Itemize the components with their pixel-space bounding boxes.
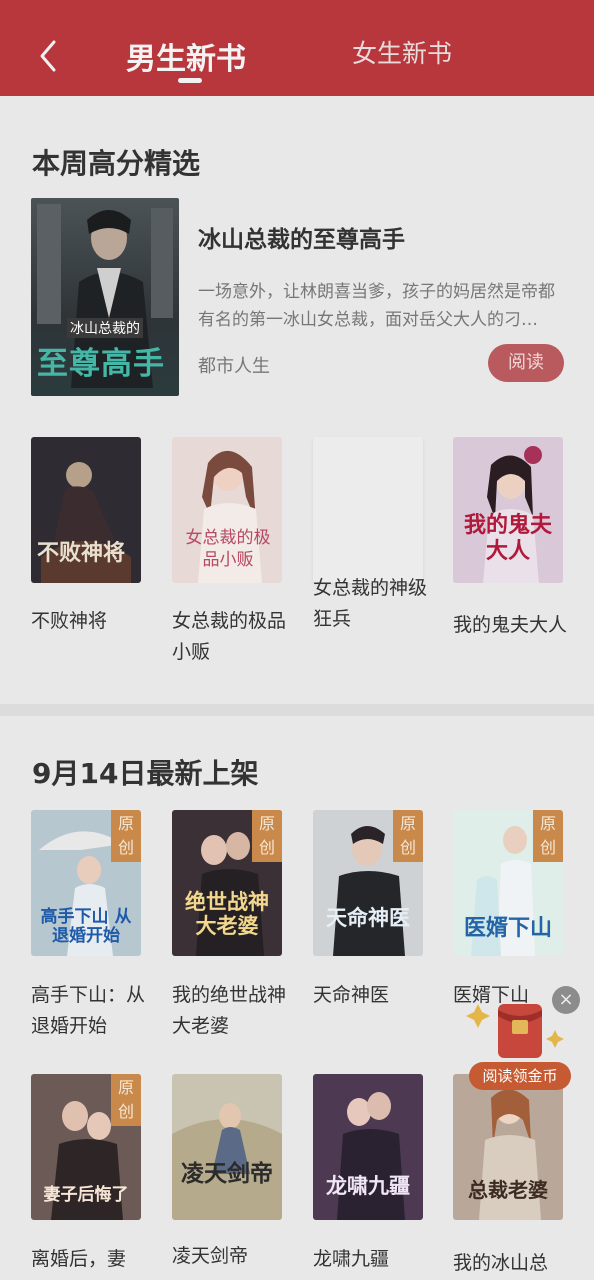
book-cover[interactable]: 龙啸九疆 — [313, 1074, 423, 1220]
book-cover[interactable]: 不败神将 — [31, 437, 141, 583]
book-cover[interactable]: 凌天剑帝 — [172, 1074, 282, 1220]
section-title-latest: 9月14日最新上架 — [32, 757, 259, 790]
book-cover[interactable]: 原创 医婿下山 — [453, 810, 563, 956]
featured-book-description: 一场意外，让林朗喜当爹，孩子的妈居然是帝都有名的第一冰山女总裁，面对岳父大人的刁… — [198, 282, 555, 330]
back-button[interactable] — [34, 36, 64, 76]
section-title-weekly: 本周高分精选 — [32, 147, 201, 180]
featured-cover-subtitle: 冰山总裁的 — [67, 318, 143, 338]
original-badge: 原创 — [111, 810, 141, 862]
book-cover[interactable]: 原创 绝世战神 大老婆 — [172, 810, 282, 956]
book-title[interactable]: 天命神医 — [313, 980, 431, 1011]
book-title[interactable]: 我的鬼夫大人 — [453, 610, 571, 641]
close-icon[interactable]: × — [552, 986, 580, 1014]
top-bar: 男生新书 女生新书 — [0, 0, 594, 96]
book-cover[interactable]: 女总裁的极品小贩 — [172, 437, 282, 583]
original-badge: 原创 — [111, 1074, 141, 1126]
cover-title-text: 不败神将 — [37, 541, 126, 566]
cover-title-text: 天命神医 — [326, 906, 410, 930]
cover-title-text: 妻子后悔了 — [43, 1185, 129, 1205]
book-cover[interactable]: 总裁老婆 — [453, 1074, 563, 1220]
cover-title-text: 龙啸九疆 — [326, 1174, 410, 1198]
book-title[interactable]: 我的绝世战神大老婆 — [172, 980, 290, 1042]
cover-title-text: 总裁老婆 — [468, 1178, 548, 1202]
book-title[interactable]: 女总裁的极品小贩 — [172, 606, 290, 668]
book-title[interactable]: 高手下山：从退婚开始 — [31, 980, 149, 1042]
book-cover[interactable]: 原创 高手下山 从退婚开始 — [31, 810, 141, 956]
read-reward-label[interactable]: 阅读领金币 — [469, 1062, 571, 1090]
original-badge: 原创 — [393, 810, 423, 862]
section-divider — [0, 704, 594, 716]
cover-title-text: 绝世战神 大老婆 — [185, 890, 269, 938]
book-title[interactable]: 凌天剑帝 — [172, 1241, 290, 1272]
cover-art — [172, 1074, 282, 1220]
cover-title-text: 高手下山 从退婚开始 — [40, 907, 132, 946]
book-cover[interactable]: 原创 妻子后悔了 — [31, 1074, 141, 1220]
cover-title-text: 医婿下山 — [463, 916, 552, 941]
original-badge: 原创 — [252, 810, 282, 862]
book-title[interactable]: 不败神将 — [31, 606, 149, 637]
back-arrow-icon — [40, 40, 56, 72]
featured-book-cover[interactable]: 冰山总裁的 至尊高手 — [31, 198, 179, 396]
cover-title-text: 我的鬼夫大人 — [463, 513, 552, 564]
book-cover-empty[interactable] — [313, 437, 423, 583]
book-title[interactable]: 我的冰山总 — [453, 1248, 571, 1279]
original-badge: 原创 — [533, 810, 563, 862]
featured-book-genre: 都市人生 — [198, 356, 270, 377]
book-title[interactable]: 离婚后，妻 — [31, 1244, 149, 1275]
book-cover[interactable]: 原创 天命神医 — [313, 810, 423, 956]
featured-cover-title: 至尊高手 — [37, 346, 165, 382]
cover-title-text: 凌天剑帝 — [181, 1161, 273, 1187]
tab-male-new-books[interactable]: 男生新书 — [126, 34, 246, 78]
tab-female-new-books[interactable]: 女生新书 — [352, 34, 452, 70]
book-cover[interactable]: 我的鬼夫大人 — [453, 437, 563, 583]
featured-book-title[interactable]: 冰山总裁的至尊高手 — [198, 220, 405, 254]
book-title[interactable]: 女总裁的神级狂兵 — [313, 573, 431, 635]
book-title[interactable]: 龙啸九疆 — [313, 1244, 431, 1275]
cover-title-text: 女总裁的极品小贩 — [185, 528, 271, 570]
active-tab-indicator — [178, 78, 202, 83]
read-button[interactable]: 阅读 — [488, 344, 564, 382]
